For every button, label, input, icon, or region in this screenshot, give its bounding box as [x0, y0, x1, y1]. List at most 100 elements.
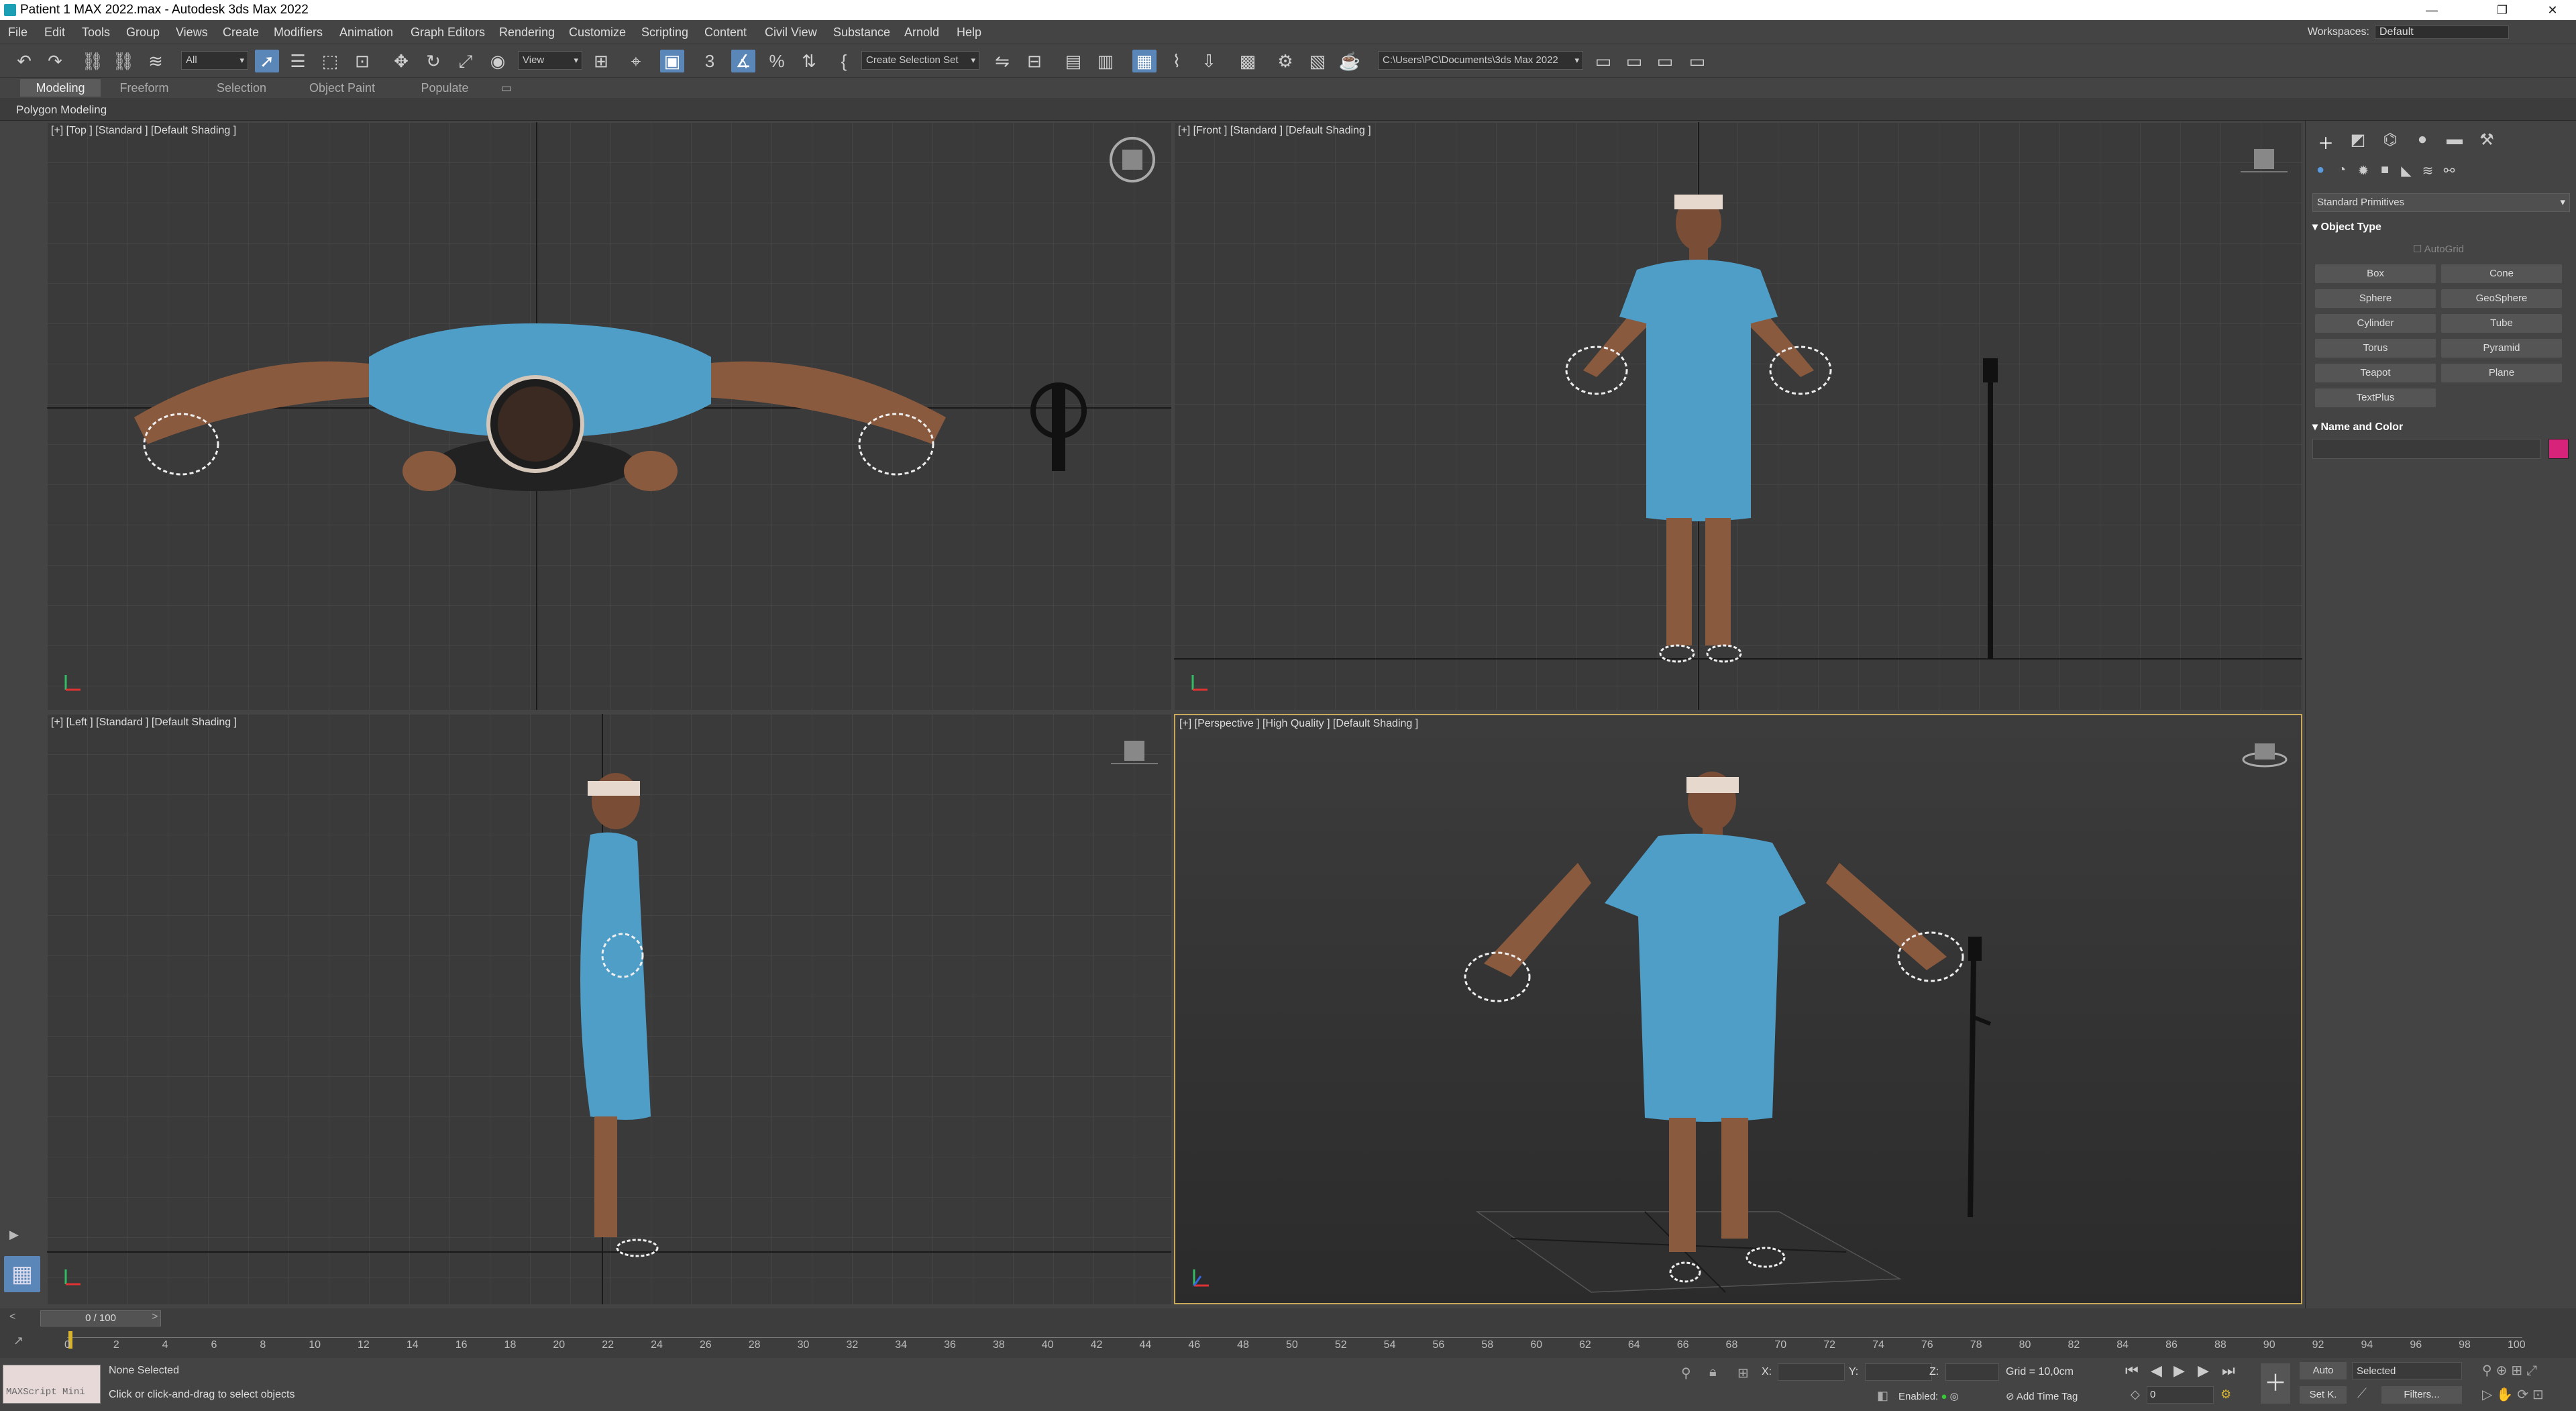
link-icon[interactable]: ⛓ — [80, 50, 105, 72]
object-type-rollout[interactable]: ▾ Object Type — [2312, 220, 2569, 233]
project-folder-dropdown[interactable]: C:\Users\PC\Documents\3ds Max 2022 — [1378, 51, 1583, 70]
menu-modifiers[interactable]: Modifiers — [274, 25, 323, 40]
undo-icon[interactable]: ↶ — [12, 50, 36, 72]
viewport-nav-top-icons[interactable]: ⚲⊕⊞⤢ — [2482, 1362, 2541, 1379]
spinner-snap-icon[interactable]: ⇅ — [797, 50, 821, 72]
object-name-field[interactable] — [2312, 439, 2540, 459]
layer-explorer-icon[interactable]: ▥ — [1093, 50, 1118, 72]
menu-file[interactable]: File — [8, 25, 28, 40]
textplus-button[interactable]: TextPlus — [2315, 388, 2436, 407]
material-editor-icon[interactable]: ▩ — [1236, 50, 1260, 72]
viewport-top-label[interactable]: [+] [Top ] [Standard ] [Default Shading … — [51, 125, 236, 137]
maxscript-listener[interactable]: MAXScript Mini — [3, 1365, 101, 1404]
pyramid-button[interactable]: Pyramid — [2441, 339, 2562, 358]
menu-group[interactable]: Group — [126, 25, 160, 40]
adaptive-degradation-icon[interactable]: ◧ — [1877, 1389, 1888, 1403]
viewport-left-label[interactable]: [+] [Left ] [Standard ] [Default Shading… — [51, 717, 237, 729]
set-key-icon[interactable]: ＋ — [2261, 1363, 2290, 1404]
render-production-icon[interactable]: ☕ — [1338, 50, 1362, 72]
selection-region-icon[interactable]: ⬚ — [318, 50, 342, 72]
ribbon-options-icon[interactable]: ▭ — [496, 79, 517, 97]
mirror-icon[interactable]: ⇋ — [990, 50, 1014, 72]
viewcube-perspective[interactable] — [2242, 743, 2288, 768]
rendered-frame-window-icon[interactable]: ▧ — [1305, 50, 1330, 72]
angle-snap-icon[interactable]: ∡ — [731, 50, 755, 72]
named-selection-dropdown[interactable]: Create Selection Set — [861, 51, 979, 70]
selection-lock-icon[interactable]: 🔒︎ — [1709, 1365, 1717, 1380]
viewport-perspective[interactable]: [+] [Perspective ] [High Quality ] [Defa… — [1174, 714, 2302, 1304]
set-key-button[interactable]: Set K. — [2300, 1386, 2347, 1404]
modify-tab-icon[interactable]: ◩ — [2345, 130, 2371, 150]
auto-key-button[interactable]: Auto — [2300, 1362, 2347, 1379]
viewport-left[interactable]: [+] [Left ] [Standard ] [Default Shading… — [47, 714, 1171, 1304]
y-coordinate-field[interactable] — [1865, 1363, 1932, 1381]
create-tab-icon[interactable]: ＋ — [2312, 130, 2339, 154]
viewport-front[interactable]: [+] [Front ] [Standard ] [Default Shadin… — [1174, 122, 2302, 710]
select-by-name-icon[interactable]: ☰ — [286, 50, 310, 72]
isolate-selection-icon[interactable]: ⚲ — [1681, 1365, 1691, 1381]
next-frame-icon[interactable]: ▶ — [2198, 1362, 2209, 1379]
workspace-value[interactable]: Default — [2375, 25, 2509, 39]
absolute-mode-icon[interactable]: ⊞ — [1737, 1365, 1749, 1381]
viewport-front-label[interactable]: [+] [Front ] [Standard ] [Default Shadin… — [1178, 125, 1371, 137]
ribbon-tab-modeling[interactable]: Modeling — [20, 79, 101, 97]
menu-customize[interactable]: Customize — [569, 25, 626, 40]
keyboard-shortcut-override-icon[interactable]: ⌖ — [624, 50, 648, 72]
menu-content[interactable]: Content — [704, 25, 747, 40]
previous-frame-icon[interactable]: ◀ — [2151, 1362, 2162, 1379]
go-to-start-icon[interactable]: ⏮ — [2125, 1362, 2139, 1379]
tube-button[interactable]: Tube — [2441, 314, 2562, 333]
cone-button[interactable]: Cone — [2441, 264, 2562, 283]
edit-named-selection-icon[interactable]: { — [832, 50, 856, 72]
polygon-modeling-label[interactable]: Polygon Modeling — [16, 103, 107, 117]
set-project-icon[interactable]: ▭ — [1653, 50, 1677, 72]
menu-civil-view[interactable]: Civil View — [765, 25, 817, 40]
play-icon[interactable]: ▶ — [2174, 1362, 2185, 1379]
workspace-selector[interactable]: Workspaces: Default — [2308, 25, 2509, 39]
add-time-tag[interactable]: ⊘ Add Time Tag — [2006, 1390, 2078, 1402]
scene-explorer-icon[interactable]: ▤ — [1061, 50, 1085, 72]
scale-icon[interactable]: ⤢ — [453, 50, 478, 72]
key-tangent-icon[interactable]: ⟋ — [2357, 1386, 2367, 1402]
menu-arnold[interactable]: Arnold — [904, 25, 939, 40]
bind-space-warp-icon[interactable]: ≋ — [144, 50, 168, 72]
expand-arrow-icon[interactable]: ▶ — [9, 1228, 19, 1242]
select-object-icon[interactable]: ➚ — [255, 50, 279, 72]
key-mode-icon[interactable]: ◇ — [2131, 1388, 2140, 1402]
display-tab-icon[interactable]: ▬ — [2441, 130, 2468, 149]
menu-rendering[interactable]: Rendering — [499, 25, 555, 40]
menu-substance[interactable]: Substance — [833, 25, 890, 40]
torus-button[interactable]: Torus — [2315, 339, 2436, 358]
schematic-view-icon[interactable]: ⇩ — [1197, 50, 1221, 72]
create-project-icon[interactable]: ▭ — [1622, 50, 1646, 72]
select-manipulate-icon[interactable]: ▣ — [660, 50, 684, 72]
percent-snap-icon[interactable]: % — [765, 50, 789, 72]
curve-editor-icon[interactable]: ⌇ — [1165, 50, 1189, 72]
window-crossing-icon[interactable]: ⊡ — [350, 50, 374, 72]
hierarchy-tab-icon[interactable]: ⌬ — [2377, 130, 2404, 150]
close-window-button[interactable]: ✕ — [2529, 0, 2576, 20]
render-setup-icon[interactable]: ⚙ — [1273, 50, 1297, 72]
toggle-ribbon-icon[interactable]: ▦ — [1132, 50, 1157, 72]
patient-model-perspective[interactable] — [1464, 772, 1964, 1283]
ribbon-tab-freeform[interactable]: Freeform — [107, 79, 181, 97]
key-filters-button[interactable]: Filters... — [2381, 1386, 2462, 1404]
menu-views[interactable]: Views — [176, 25, 208, 40]
key-filter-dropdown[interactable]: Selected — [2352, 1362, 2462, 1379]
menu-tools[interactable]: Tools — [82, 25, 110, 40]
time-slider-prev-icon[interactable]: < — [9, 1311, 15, 1323]
menu-edit[interactable]: Edit — [44, 25, 65, 40]
track-bar[interactable]: ↗ 0 2 4 6 8 10 12 14 16 18 20 22 24 26 28 30 32 34 36 38 40 4… — [0, 1328, 2576, 1358]
time-configuration-icon[interactable]: ⚙ — [2220, 1388, 2231, 1402]
name-and-color-rollout[interactable]: ▾ Name and Color — [2312, 420, 2569, 433]
viewport-top[interactable]: [+] [Top ] [Standard ] [Default Shading … — [47, 122, 1171, 710]
time-slider-thumb[interactable]: 0 / 100 — [40, 1310, 161, 1326]
menu-graph-editors[interactable]: Graph Editors — [411, 25, 485, 40]
place-icon[interactable]: ◉ — [486, 50, 510, 72]
align-icon[interactable]: ⊟ — [1022, 50, 1046, 72]
menu-scripting[interactable]: Scripting — [641, 25, 688, 40]
rotate-icon[interactable]: ↻ — [421, 50, 445, 72]
reference-coordinate-dropdown[interactable]: View — [518, 51, 582, 70]
time-slider[interactable]: < 0 / 100 > — [0, 1308, 2576, 1328]
sphere-button[interactable]: Sphere — [2315, 289, 2436, 308]
